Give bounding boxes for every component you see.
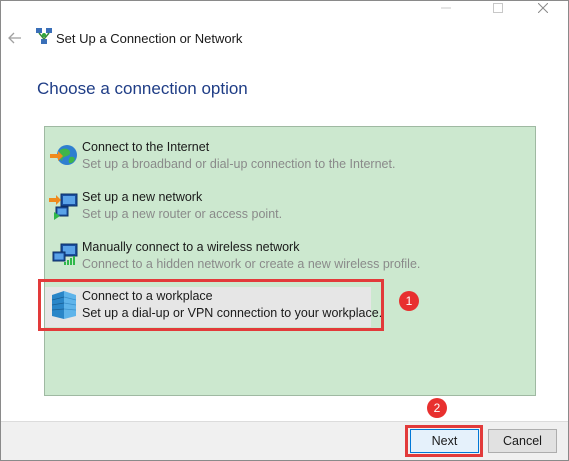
annotation-badge-2: 2 [427,398,447,418]
option-manual-wireless[interactable]: Manually connect to a wireless network C… [45,238,535,276]
next-button[interactable]: Next [410,429,479,453]
option-description: Set up a new router or access point. [82,207,283,221]
minimize-icon [441,7,451,9]
option-description: Connect to a hidden network or create a … [82,257,421,271]
globe-network-icon [48,140,80,172]
back-arrow-icon [8,32,21,44]
option-connect-workplace[interactable]: Connect to a workplace Set up a dial-up … [45,287,535,327]
close-icon [538,3,548,13]
setup-connection-window: Set Up a Connection or Network Choose a … [0,0,569,461]
option-title: Connect to the Internet [82,140,210,154]
option-title: Manually connect to a wireless network [82,240,300,254]
workplace-building-icon [48,289,80,321]
wireless-network-icon [48,240,80,272]
connection-options-list: Connect to the Internet Set up a broadba… [44,126,536,396]
network-setup-icon [35,27,53,47]
minimize-button[interactable] [423,1,469,15]
option-new-network[interactable]: Set up a new network Set up a new router… [45,188,535,226]
new-network-icon [48,190,80,222]
maximize-button[interactable] [475,1,521,15]
back-button[interactable] [7,30,23,46]
option-connect-internet[interactable]: Connect to the Internet Set up a broadba… [45,138,535,176]
page-title: Choose a connection option [37,79,248,98]
window-title: Set Up a Connection or Network [56,31,243,46]
option-description: Set up a dial-up or VPN connection to yo… [82,306,383,320]
option-title: Connect to a workplace [82,289,213,303]
dialog-footer [1,421,568,460]
option-description: Set up a broadband or dial-up connection… [82,157,396,171]
close-button[interactable] [520,1,566,15]
annotation-badge-1: 1 [399,291,419,311]
option-title: Set up a new network [82,190,203,204]
maximize-icon [493,3,503,13]
cancel-button[interactable]: Cancel [488,429,557,453]
